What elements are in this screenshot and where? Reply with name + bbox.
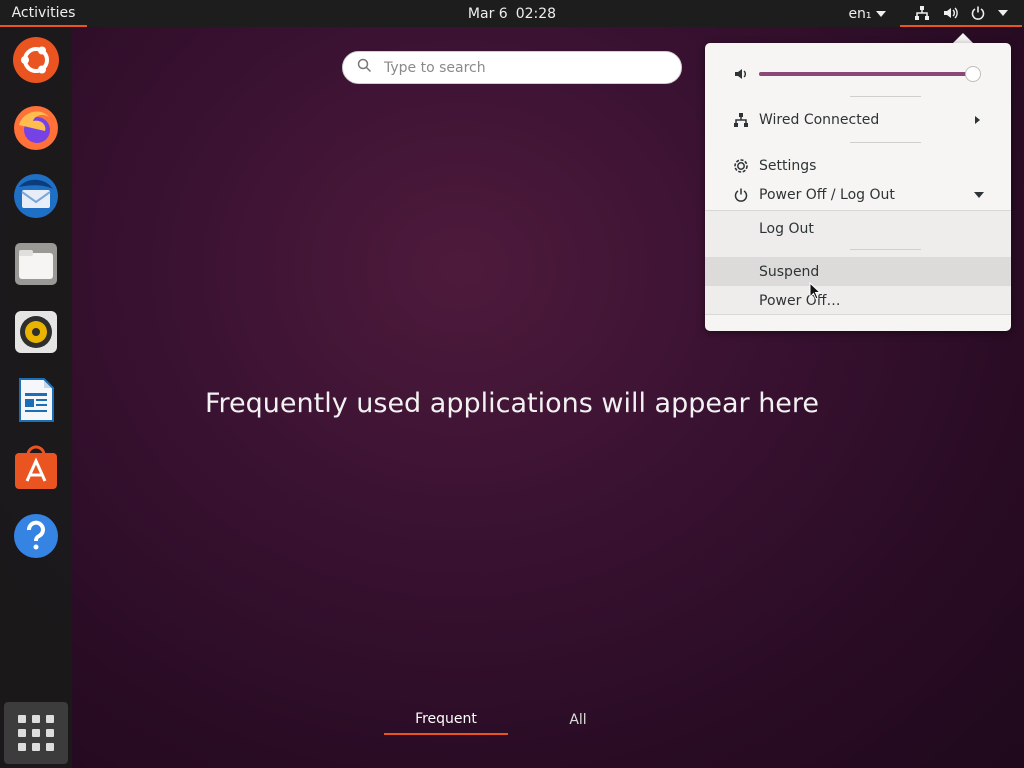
firefox-icon (13, 105, 59, 155)
mouse-pointer-icon (809, 281, 822, 304)
ubuntu-software-icon (13, 445, 59, 495)
tab-all-label: All (569, 712, 587, 728)
menu-item-wired[interactable]: Wired Connected (705, 105, 1011, 134)
system-menu: Wired Connected Settings Power Off / Log… (705, 43, 1011, 331)
settings-icon (733, 158, 749, 174)
search-input[interactable] (384, 59, 654, 76)
dock-item-firefox[interactable] (12, 106, 60, 154)
chevron-down-icon (974, 191, 984, 198)
thunderbird-icon (13, 173, 59, 223)
dock-item-files[interactable] (12, 242, 60, 290)
menu-item-settings[interactable]: Settings (705, 151, 1011, 180)
top-bar: Activities Mar 6 02:28 en₁ (0, 0, 1024, 27)
time-label[interactable]: 02:28 (516, 6, 556, 22)
dock-item-help[interactable] (12, 514, 60, 562)
power-icon (970, 5, 986, 21)
tab-frequent[interactable]: Frequent (384, 705, 508, 735)
date-label[interactable]: Mar 6 (468, 6, 508, 22)
chevron-down-icon (875, 10, 886, 17)
chevron-right-icon (975, 115, 980, 124)
help-icon (13, 513, 59, 563)
separator (850, 142, 921, 143)
tab-frequent-label: Frequent (415, 711, 477, 727)
power-submenu: Log Out Suspend Power Off… (705, 210, 1011, 315)
submenu-item-label: Suspend (759, 263, 820, 280)
language-indicator[interactable]: en₁ (842, 0, 892, 27)
submenu-item-label: Power Off… (759, 292, 841, 309)
submenu-item-suspend[interactable]: Suspend (705, 257, 1011, 286)
volume-slider-fill (759, 72, 977, 76)
show-applications-button[interactable] (4, 702, 68, 764)
empty-state-message: Frequently used applications will appear… (204, 388, 820, 419)
activities-label: Activities (11, 4, 76, 21)
dock-item-rhythmbox[interactable] (12, 310, 60, 358)
files-icon (13, 241, 59, 291)
tab-all[interactable]: All (518, 705, 638, 735)
dock-item-ubuntu[interactable] (12, 37, 60, 87)
separator (850, 96, 921, 97)
volume-icon (733, 66, 749, 82)
system-status-area[interactable] (900, 0, 1022, 27)
menu-item-label: Wired Connected (759, 111, 880, 128)
network-icon (733, 112, 749, 128)
separator (850, 249, 921, 250)
search-icon (357, 58, 372, 77)
menu-item-power-off-log-out[interactable]: Power Off / Log Out (705, 180, 1011, 209)
submenu-item-power-off[interactable]: Power Off… (705, 286, 1011, 315)
volume-icon (942, 5, 958, 21)
ubuntu-icon (13, 37, 59, 87)
submenu-item-log-out[interactable]: Log Out (705, 214, 1011, 243)
dock-item-thunderbird[interactable] (12, 174, 60, 222)
language-label: en₁ (848, 5, 872, 22)
volume-slider-handle[interactable] (965, 66, 981, 82)
network-icon (914, 5, 930, 21)
activities-button[interactable]: Activities (0, 0, 87, 27)
menu-item-label: Power Off / Log Out (759, 186, 895, 203)
search-box[interactable] (342, 51, 682, 84)
dock-item-software[interactable] (12, 445, 60, 495)
chevron-down-icon (998, 9, 1008, 16)
power-icon (733, 187, 749, 203)
rhythmbox-icon (13, 309, 59, 359)
app-grid-icon (18, 715, 26, 723)
volume-slider[interactable] (759, 72, 977, 76)
menu-item-label: Settings (759, 157, 817, 174)
submenu-item-label: Log Out (759, 220, 814, 237)
